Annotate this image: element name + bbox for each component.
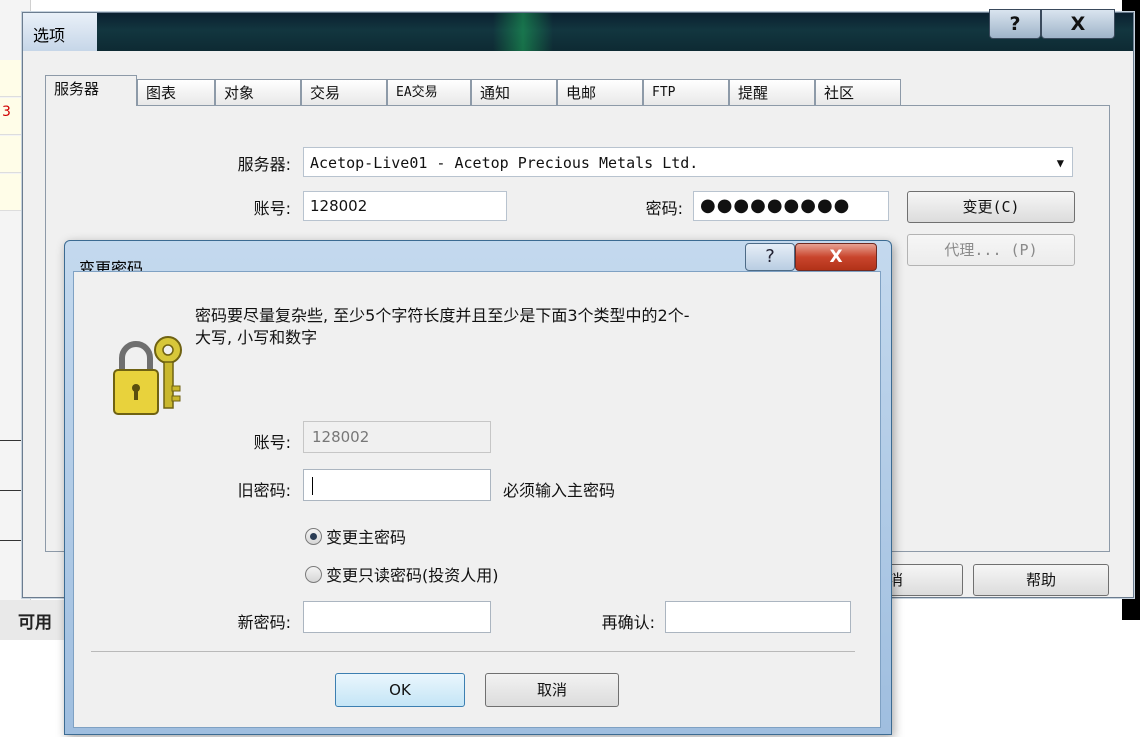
- chevron-down-icon[interactable]: ▼: [1057, 148, 1064, 178]
- text-caret: [312, 476, 313, 495]
- new-password-label: 新密码:: [237, 613, 291, 632]
- title-bar-glow: [493, 13, 553, 51]
- tab-charts[interactable]: 图表: [137, 79, 215, 105]
- server-value: Acetop-Live01 - Acetop Precious Metals L…: [310, 154, 699, 172]
- new-password-field[interactable]: [303, 601, 491, 633]
- close-button[interactable]: X: [1041, 9, 1115, 39]
- background-status-bar: 可用: [0, 600, 70, 640]
- options-title-bar: 选项 ? X: [23, 9, 1133, 51]
- server-label: 服务器:: [237, 155, 291, 174]
- dialog-separator: [91, 651, 855, 652]
- change-password-button[interactable]: 变更(C): [907, 191, 1075, 223]
- options-title: 选项: [33, 26, 66, 45]
- tab-email[interactable]: 电邮: [557, 79, 643, 105]
- radio-change-master[interactable]: 变更主密码: [305, 524, 406, 548]
- help-button[interactable]: ?: [989, 9, 1041, 39]
- cp-account-field: 128002: [303, 421, 491, 453]
- account-label: 账号:: [253, 199, 291, 218]
- background-price-fragment: 3: [2, 104, 11, 120]
- tab-community[interactable]: 社区: [815, 79, 901, 105]
- account-field[interactable]: 128002: [303, 191, 507, 221]
- background-status-text: 可用: [18, 613, 52, 633]
- radio-unselected-icon[interactable]: [305, 566, 322, 583]
- old-password-hint: 必须输入主密码: [503, 481, 616, 500]
- help-bottom-button[interactable]: 帮助: [973, 564, 1109, 596]
- radio-master-label: 变更主密码: [326, 528, 407, 547]
- options-title-area: 选项: [23, 13, 97, 51]
- tab-alerts[interactable]: 提醒: [729, 79, 815, 105]
- tab-notifications[interactable]: 通知: [471, 79, 557, 105]
- password-field[interactable]: ●●●●●●●●●: [693, 191, 889, 221]
- radio-readonly-label: 变更只读密码(投资人用): [326, 566, 499, 585]
- tab-expert-advisors[interactable]: EA交易: [387, 79, 471, 105]
- dialog-close-button[interactable]: X: [795, 243, 877, 271]
- old-password-field[interactable]: [303, 469, 491, 501]
- proxy-button: 代理... (P): [907, 234, 1075, 266]
- tab-server[interactable]: 服务器: [45, 75, 137, 106]
- confirm-password-label: 再确认:: [601, 613, 655, 632]
- requirements-line-1: 密码要尽量复杂些, 至少5个字符长度并且至少是下面3个类型中的2个-: [195, 306, 690, 325]
- tab-objects[interactable]: 对象: [215, 79, 301, 105]
- change-password-dialog: 变更密码 ? X 密码要尽量复杂些, 至少5个字符长度并且至少是下面3个类型中的…: [64, 240, 892, 735]
- password-label: 密码:: [645, 199, 683, 218]
- keys-lock-icon: [113, 336, 182, 415]
- cp-cancel-button[interactable]: 取消: [485, 673, 619, 707]
- confirm-password-field[interactable]: [665, 601, 851, 633]
- cp-account-label: 账号:: [253, 433, 291, 452]
- tab-ftp[interactable]: FTP: [643, 79, 729, 105]
- ok-button[interactable]: OK: [335, 673, 465, 707]
- radio-selected-icon[interactable]: [305, 528, 322, 545]
- password-requirements: 密码要尽量复杂些, 至少5个字符长度并且至少是下面3个类型中的2个- 大写, 小…: [195, 305, 690, 349]
- old-password-label: 旧密码:: [237, 481, 291, 500]
- tab-trade[interactable]: 交易: [301, 79, 387, 105]
- dialog-help-button[interactable]: ?: [745, 243, 795, 271]
- radio-change-readonly[interactable]: 变更只读密码(投资人用): [305, 562, 499, 586]
- server-select[interactable]: Acetop-Live01 - Acetop Precious Metals L…: [303, 147, 1073, 177]
- requirements-line-2: 大写, 小写和数字: [195, 328, 318, 347]
